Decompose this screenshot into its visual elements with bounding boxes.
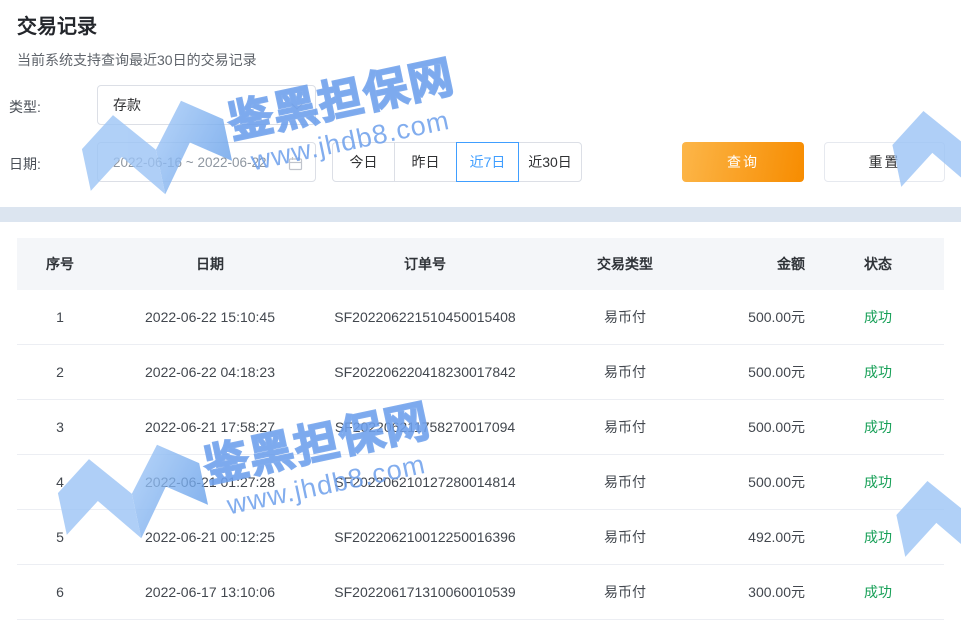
reset-button[interactable]: 重置 — [824, 142, 945, 182]
cell-status: 成功 — [812, 527, 944, 547]
transaction-records-page: 交易记录 当前系统支持查询最近30日的交易记录 类型: 存款 日期: 2022-… — [0, 0, 961, 624]
col-header-date: 日期 — [103, 254, 317, 274]
cell-amount: 500.00元 — [717, 472, 812, 492]
table-row: 3 2022-06-21 17:58:27 SF2022062117582700… — [17, 400, 944, 455]
type-label: 类型: — [9, 97, 41, 117]
col-header-type: 交易类型 — [533, 254, 717, 274]
cell-amount: 500.00元 — [717, 362, 812, 382]
cell-type: 易币付 — [533, 527, 717, 547]
col-header-serial: 序号 — [17, 254, 103, 274]
cell-order-no: SF202206221510450015408 — [317, 309, 533, 325]
date-range-presets: 今日 昨日 近7日 近30日 — [332, 142, 582, 182]
range-button-yesterday[interactable]: 昨日 — [394, 142, 457, 182]
cell-serial: 6 — [17, 584, 103, 600]
cell-serial: 2 — [17, 364, 103, 380]
cell-date: 2022-06-17 13:10:06 — [103, 584, 317, 600]
cell-type: 易币付 — [533, 582, 717, 602]
date-range-value: 2022-06-16 ~ 2022-06-22 — [113, 155, 267, 170]
col-header-amount: 金额 — [717, 254, 812, 274]
range-button-today[interactable]: 今日 — [332, 142, 395, 182]
cell-type: 易币付 — [533, 307, 717, 327]
cell-date: 2022-06-21 01:27:28 — [103, 474, 317, 490]
cell-order-no: SF202206171310060010539 — [317, 584, 533, 600]
page-subtitle: 当前系统支持查询最近30日的交易记录 — [17, 50, 257, 70]
cell-date: 2022-06-22 04:18:23 — [103, 364, 317, 380]
cell-amount: 300.00元 — [717, 582, 812, 602]
calendar-icon — [288, 156, 303, 171]
cell-type: 易币付 — [533, 417, 717, 437]
cell-serial: 5 — [17, 529, 103, 545]
cell-order-no: SF202206211758270017094 — [317, 419, 533, 435]
cell-order-no: SF202206210012250016396 — [317, 529, 533, 545]
table-row: 4 2022-06-21 01:27:28 SF2022062101272800… — [17, 455, 944, 510]
cell-serial: 4 — [17, 474, 103, 490]
cell-date: 2022-06-22 15:10:45 — [103, 309, 317, 325]
divider-band — [0, 207, 961, 222]
cell-order-no: SF202206210127280014814 — [317, 474, 533, 490]
table-row: 1 2022-06-22 15:10:45 SF2022062215104500… — [17, 290, 944, 345]
cell-status: 成功 — [812, 582, 944, 602]
cell-amount: 492.00元 — [717, 527, 812, 547]
cell-status: 成功 — [812, 472, 944, 492]
cell-status: 成功 — [812, 417, 944, 437]
cell-status: 成功 — [812, 362, 944, 382]
type-select[interactable]: 存款 — [97, 85, 316, 125]
page-title: 交易记录 — [17, 10, 97, 39]
date-label: 日期: — [9, 154, 41, 174]
table-row: 5 2022-06-21 00:12:25 SF2022062100122500… — [17, 510, 944, 565]
col-header-status: 状态 — [812, 254, 944, 274]
cell-serial: 1 — [17, 309, 103, 325]
type-select-value: 存款 — [113, 95, 141, 115]
range-button-last7days[interactable]: 近7日 — [456, 142, 519, 182]
cell-type: 易币付 — [533, 362, 717, 382]
cell-date: 2022-06-21 17:58:27 — [103, 419, 317, 435]
cell-serial: 3 — [17, 419, 103, 435]
cell-status: 成功 — [812, 307, 944, 327]
range-button-last30days[interactable]: 近30日 — [518, 142, 582, 182]
table-header-row: 序号 日期 订单号 交易类型 金额 状态 — [17, 238, 944, 290]
query-button[interactable]: 查询 — [682, 142, 804, 182]
col-header-order-no: 订单号 — [317, 254, 533, 274]
table-row: 6 2022-06-17 13:10:06 SF2022061713100600… — [17, 565, 944, 620]
cell-amount: 500.00元 — [717, 307, 812, 327]
date-range-input[interactable]: 2022-06-16 ~ 2022-06-22 — [97, 142, 316, 182]
cell-date: 2022-06-21 00:12:25 — [103, 529, 317, 545]
cell-amount: 500.00元 — [717, 417, 812, 437]
chevron-down-icon — [291, 98, 302, 109]
cell-order-no: SF202206220418230017842 — [317, 364, 533, 380]
cell-type: 易币付 — [533, 472, 717, 492]
table-row: 2 2022-06-22 04:18:23 SF2022062204182300… — [17, 345, 944, 400]
transactions-table: 序号 日期 订单号 交易类型 金额 状态 1 2022-06-22 15:10:… — [17, 238, 944, 620]
